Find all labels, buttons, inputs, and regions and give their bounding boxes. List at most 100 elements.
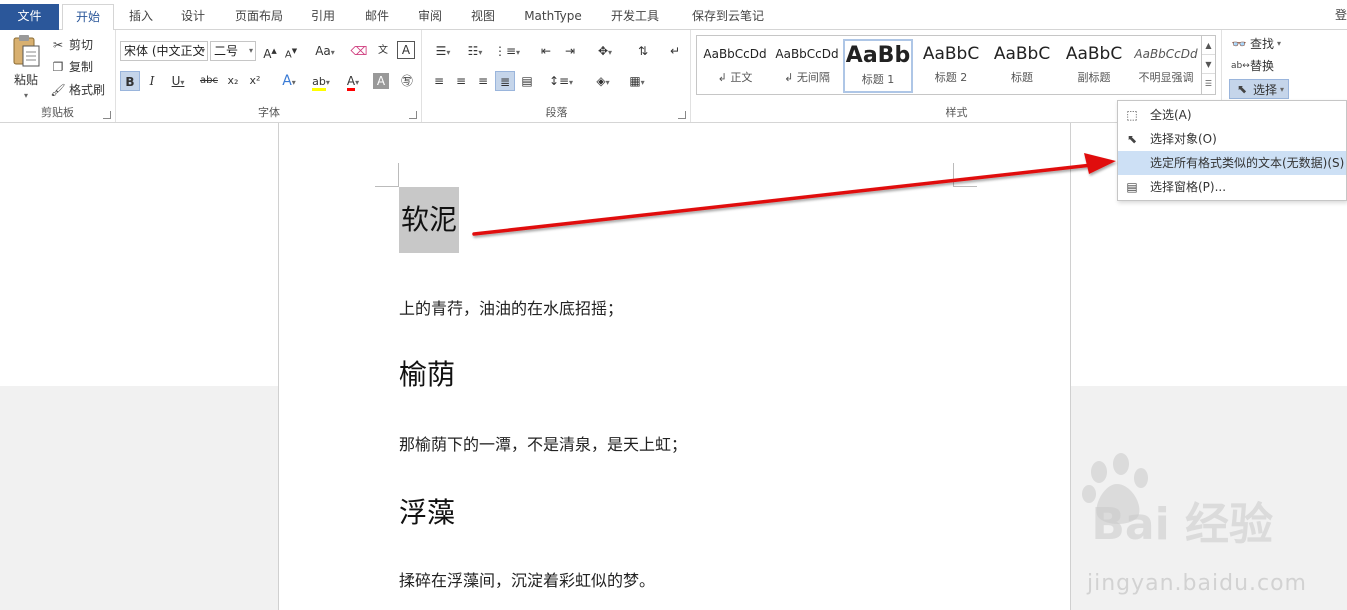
menu-item-select-all[interactable]: ⬚ 全选(A) <box>1118 103 1346 127</box>
select-button[interactable]: ⬉ 选择 ▾ <box>1229 79 1290 99</box>
tab-insert[interactable]: 插入 <box>118 4 164 30</box>
style-subtle-emphasis[interactable]: AaBbCcDd 不明显强调 <box>1131 39 1201 93</box>
increase-indent-button[interactable]: ⇥ <box>560 41 580 61</box>
tab-review[interactable]: 审阅 <box>407 4 453 30</box>
align-right-icon: ≡ <box>477 74 489 88</box>
italic-button[interactable]: I <box>142 71 162 91</box>
gallery-scroll-down-icon[interactable]: ▼ <box>1202 55 1215 74</box>
style-subtitle[interactable]: AaBbC 副标题 <box>1059 39 1129 93</box>
style-no-spacing[interactable]: AaBbCcDd ↲ 无间隔 <box>772 39 842 93</box>
styles-gallery: AaBbCcDd ↲ 正文 AaBbCcDd ↲ 无间隔 AaBb 标题 1 A… <box>696 35 1216 95</box>
align-center-button[interactable]: ≡ <box>451 71 471 91</box>
change-case-button[interactable]: Aa▾ <box>311 41 339 61</box>
font-family-value: 宋体 (中文正文 <box>124 44 205 58</box>
line-spacing-icon: ↕≡ <box>548 74 570 88</box>
heading-fuzao[interactable]: 浮藻 <box>399 491 455 531</box>
paste-button[interactable]: 粘贴 ▾ <box>8 34 44 100</box>
clipboard-launcher-icon[interactable] <box>103 111 111 119</box>
tab-home[interactable]: 开始 <box>62 4 114 31</box>
align-left-button[interactable]: ≡ <box>429 71 449 91</box>
style-title[interactable]: AaBbC 标题 <box>987 39 1057 93</box>
subscript-icon: x₂ <box>227 74 239 87</box>
underline-button[interactable]: U▾ <box>164 71 192 91</box>
increase-indent-icon: ⇥ <box>564 44 576 58</box>
strikethrough-button[interactable]: abc <box>196 71 222 91</box>
enclose-characters-button[interactable]: ㊢ <box>397 71 417 91</box>
chinese-layout-icon: ✥ <box>597 44 609 58</box>
distributed-button[interactable]: ▤ <box>517 71 537 91</box>
character-shading-button[interactable]: A <box>373 73 389 89</box>
heading-ruanni[interactable]: 软泥 <box>399 187 460 253</box>
tab-developer[interactable]: 开发工具 <box>600 4 670 30</box>
font-size-combo[interactable]: 二号 ▾ <box>210 41 256 61</box>
chevron-down-icon: ▾ <box>1277 39 1282 48</box>
bullets-button[interactable]: ☰▾ <box>429 41 457 61</box>
chinese-layout-button[interactable]: ✥▾ <box>591 41 619 61</box>
tab-view[interactable]: 视图 <box>460 4 506 30</box>
menu-item-select-similar-formatting[interactable]: 选定所有格式类似的文本(无数据)(S) <box>1118 151 1346 175</box>
sign-in-link[interactable]: 登 <box>1335 6 1347 23</box>
multilevel-list-button[interactable]: ⋮≡▾ <box>493 41 521 61</box>
paragraph-3[interactable]: 揉碎在浮藻间，沉淀着彩虹似的梦。 <box>399 567 655 591</box>
font-color-button[interactable]: A▾ <box>339 71 367 91</box>
font-launcher-icon[interactable] <box>409 111 417 119</box>
character-border-button[interactable]: A <box>397 41 415 59</box>
tab-file[interactable]: 文件 <box>0 4 59 30</box>
tab-references[interactable]: 引用 <box>300 4 346 30</box>
paste-label: 粘贴 <box>13 73 38 87</box>
clear-formatting-button[interactable]: ⌫ <box>349 41 369 61</box>
gallery-scroll-up-icon[interactable]: ▲ <box>1202 36 1215 55</box>
style-heading-1[interactable]: AaBb 标题 1 <box>843 39 913 93</box>
paragraph-2[interactable]: 那榆荫下的一潭，不是清泉，是天上虹； <box>399 431 687 455</box>
paragraph-1[interactable]: 上的青荇，油油的在水底招摇； <box>399 295 623 319</box>
font-family-combo[interactable]: 宋体 (中文正文 ▾ <box>120 41 208 61</box>
shrink-font-button[interactable]: A▼ <box>281 41 301 61</box>
cut-button[interactable]: ✂ 剪切 <box>50 36 93 53</box>
character-shading-icon: A <box>376 74 386 88</box>
character-border-icon: A <box>401 43 411 57</box>
shading-button[interactable]: ◈▾ <box>589 71 617 91</box>
paragraph-launcher-icon[interactable] <box>678 111 686 119</box>
gallery-more-icon[interactable]: ☰ <box>1202 74 1215 93</box>
copy-label: 复制 <box>69 60 94 74</box>
pointer-icon: ⬉ <box>1126 132 1138 146</box>
justify-button[interactable]: ≣ <box>495 71 515 91</box>
bold-icon: B <box>125 75 135 89</box>
numbering-button[interactable]: ☷▾ <box>461 41 489 61</box>
superscript-button[interactable]: x² <box>245 71 265 91</box>
phonetic-guide-button[interactable]: 文 <box>373 41 393 61</box>
style-normal[interactable]: AaBbCcDd ↲ 正文 <box>700 39 770 93</box>
document-page[interactable]: 软泥 上的青荇，油油的在水底招摇； 榆荫 那榆荫下的一潭，不是清泉，是天上虹； … <box>278 123 1071 610</box>
tab-save-to-cloud-note[interactable]: 保存到云笔记 <box>680 4 776 30</box>
copy-button[interactable]: ❐ 复制 <box>50 58 93 75</box>
menu-item-select-objects[interactable]: ⬉ 选择对象(O) <box>1118 127 1346 151</box>
find-label: 查找 <box>1250 37 1275 51</box>
paragraph-mark-icon: ↵ <box>669 44 681 58</box>
align-right-button[interactable]: ≡ <box>473 71 493 91</box>
sort-button[interactable]: ⇅ <box>633 41 653 61</box>
style-heading-2[interactable]: AaBbC 标题 2 <box>916 39 986 93</box>
tab-mailings[interactable]: 邮件 <box>354 4 400 30</box>
tab-mathtype[interactable]: MathType <box>515 4 591 30</box>
line-spacing-button[interactable]: ↕≡▾ <box>547 71 575 91</box>
format-painter-button[interactable]: 🖌 格式刷 <box>50 81 105 98</box>
multilevel-list-icon: ⋮≡ <box>493 44 517 58</box>
ribbon-tab-bar: 文件 开始 插入 设计 页面布局 引用 邮件 审阅 视图 MathType 开发… <box>0 0 1347 31</box>
grow-font-button[interactable]: A▲ <box>260 41 280 61</box>
text-effects-button[interactable]: A▾ <box>275 71 303 91</box>
highlight-button[interactable]: ab▾ <box>307 71 335 91</box>
replace-button[interactable]: ab↔ 替换 <box>1231 57 1274 74</box>
tab-design[interactable]: 设计 <box>170 4 216 30</box>
style-name: 标题 <box>1011 71 1033 84</box>
decrease-indent-button[interactable]: ⇤ <box>536 41 556 61</box>
menu-item-selection-pane[interactable]: ▤ 选择窗格(P)... <box>1118 175 1346 199</box>
borders-button[interactable]: ▦▾ <box>623 71 651 91</box>
tab-page-layout[interactable]: 页面布局 <box>226 4 292 30</box>
find-button[interactable]: 👓 查找 ▾ <box>1231 35 1282 52</box>
font-color-icon: A <box>346 75 356 91</box>
subscript-button[interactable]: x₂ <box>223 71 243 91</box>
heading-yuyin[interactable]: 榆荫 <box>399 353 455 393</box>
watermark-url: jingyan.baidu.com <box>1086 571 1307 596</box>
show-hide-marks-button[interactable]: ↵ <box>665 41 685 61</box>
bold-button[interactable]: B <box>120 71 140 91</box>
